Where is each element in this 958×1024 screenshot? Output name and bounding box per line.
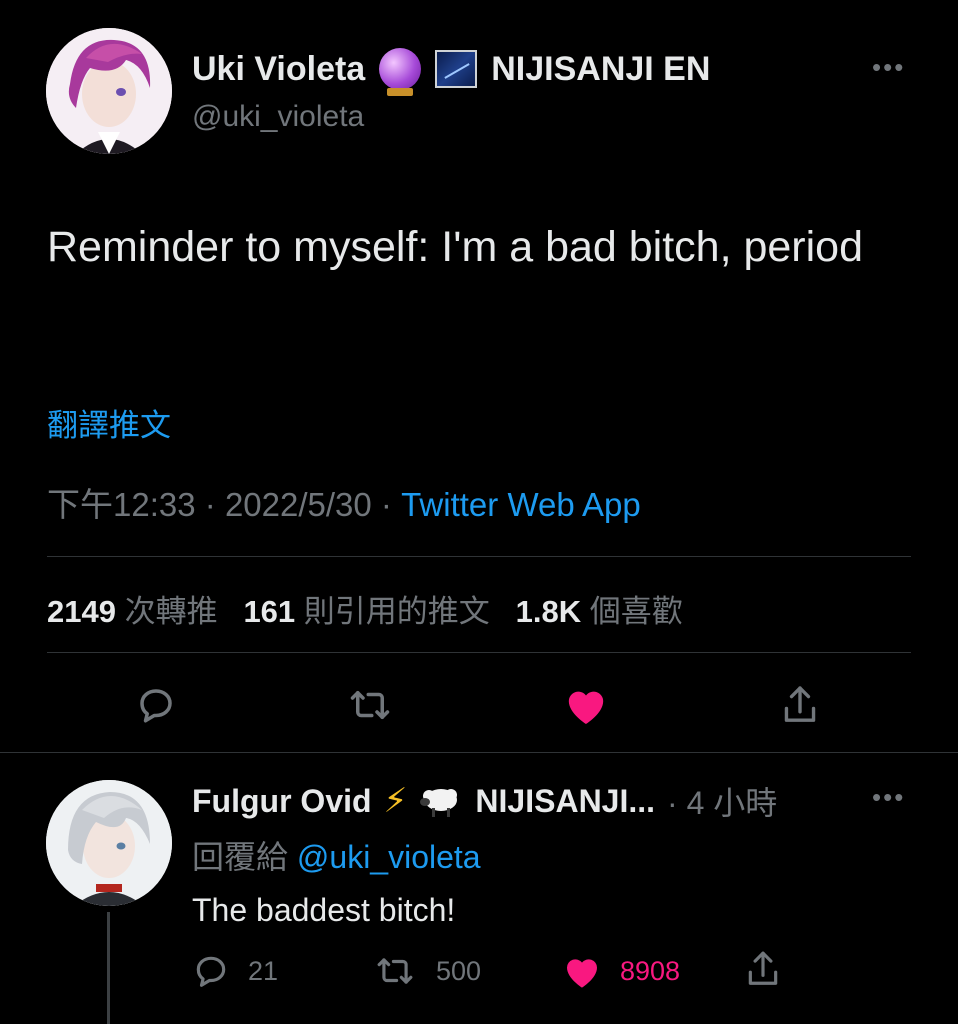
reply-more-icon[interactable]: ••• [872, 782, 905, 813]
reply-button[interactable] [128, 680, 184, 730]
meta-separator: · [204, 486, 225, 523]
reply-like-button[interactable]: 8908 [562, 952, 680, 990]
thread-line [107, 912, 110, 1024]
reply-retweet-button[interactable]: 500 [372, 952, 481, 990]
likes-count: 1.8K [515, 594, 582, 629]
more-icon[interactable]: ••• [872, 52, 905, 83]
sheep-icon [420, 789, 458, 817]
likes-label: 個喜歡 [589, 594, 683, 629]
reply-text: The baddest bitch! [192, 892, 456, 928]
share-button[interactable] [772, 680, 828, 730]
divider [0, 752, 958, 753]
reply-author-avatar[interactable] [46, 780, 172, 906]
tweet-date[interactable]: 2022/5/30 [225, 486, 372, 523]
quotes-count: 161 [243, 594, 296, 629]
retweet-icon [377, 958, 413, 984]
tweet-text: Reminder to myself: I'm a bad bitch, per… [47, 223, 864, 271]
divider [47, 556, 911, 557]
author-name-row: Uki Violeta NIJISANJI EN [192, 48, 711, 96]
tweet-stats: 2149 次轉推 161 則引用的推文 1.8K 個喜歡 [47, 586, 683, 631]
lightning-icon: ⚡ [383, 782, 408, 820]
reply-time[interactable]: 4 小時 [687, 785, 778, 821]
like-button[interactable] [558, 680, 614, 730]
reply-name-row: Fulgur Ovid ⚡ NIJISANJI... · 4 小時 [192, 778, 777, 824]
tweet-source-link[interactable]: Twitter Web App [401, 486, 641, 523]
heart-filled-icon [567, 959, 597, 988]
reply-like-count: 8908 [620, 955, 681, 986]
likes-stat[interactable]: 1.8K 個喜歡 [516, 594, 683, 629]
retweet-icon [350, 691, 390, 719]
reply-to-mention[interactable]: @uki_violeta [297, 839, 481, 875]
reply-icon [140, 689, 172, 723]
translate-tweet-link[interactable]: 翻譯推文 [47, 400, 171, 445]
reply-icon [196, 956, 226, 987]
milky-way-icon [435, 50, 478, 88]
reply-author-org: NIJISANJI... [475, 782, 656, 819]
author-handle[interactable]: @uki_violeta [192, 100, 364, 134]
reply-retweet-count: 500 [436, 955, 482, 986]
quotes-label: 則引用的推文 [303, 594, 490, 629]
author-avatar[interactable] [46, 28, 172, 154]
meta-separator: · [380, 486, 402, 523]
retweet-button[interactable] [340, 680, 400, 730]
author-org-label: NIJISANJI EN [491, 49, 711, 88]
author-display-name[interactable]: Uki Violeta [192, 50, 365, 89]
retweets-label: 次轉推 [124, 594, 218, 629]
reply-reply-button[interactable]: 21 [192, 952, 278, 990]
reply-share-button[interactable] [744, 948, 782, 990]
share-icon [784, 686, 816, 722]
reply-author-name[interactable]: Fulgur Ovid [192, 783, 372, 820]
heart-filled-icon [568, 691, 604, 725]
retweets-count: 2149 [47, 594, 116, 629]
reply-reply-count: 21 [248, 955, 279, 986]
reply-time-row: · 4 小時 [667, 785, 778, 821]
share-icon [748, 951, 778, 985]
reply-to-line: 回覆給 @uki_violeta [192, 832, 481, 878]
retweets-stat[interactable]: 2149 次轉推 [47, 594, 218, 629]
crystal-ball-icon [379, 48, 422, 96]
tweet-time[interactable]: 下午12:33 [47, 486, 196, 523]
divider [47, 652, 911, 653]
quotes-stat[interactable]: 161 則引用的推文 [243, 594, 489, 629]
reply-to-label: 回覆給 [192, 839, 289, 875]
tweet-meta: 下午12:33 · 2022/5/30 · Twitter Web App [47, 478, 641, 526]
